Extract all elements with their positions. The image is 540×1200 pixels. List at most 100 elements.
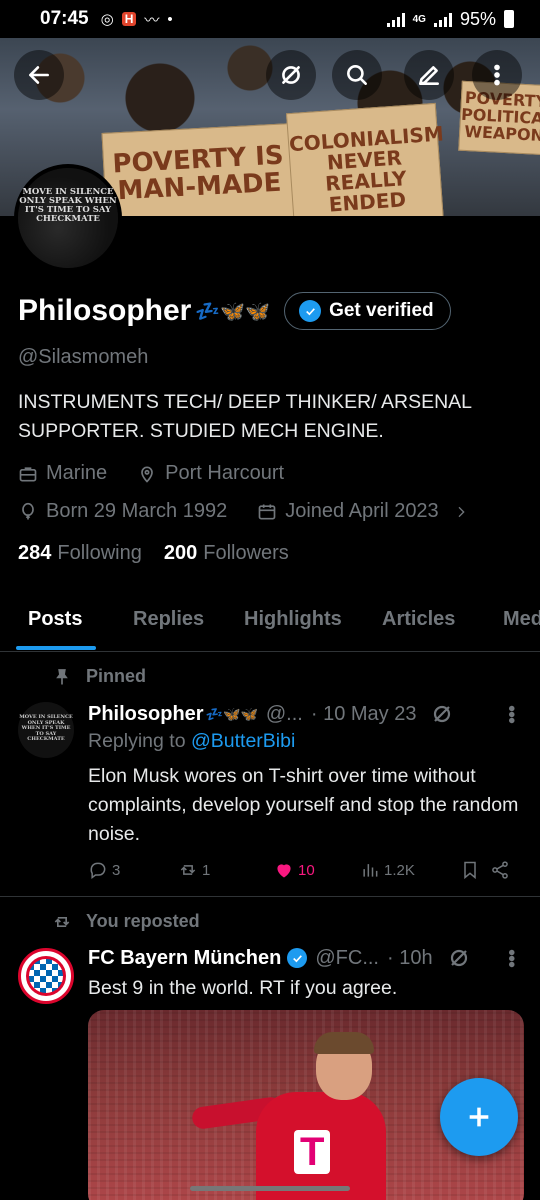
active-tab-indicator — [16, 646, 96, 650]
calendar-icon — [258, 504, 276, 519]
reply-icon — [90, 862, 106, 879]
gesture-home-bar[interactable] — [190, 1186, 350, 1191]
repost-context: You reposted — [52, 911, 200, 932]
compose-post-button[interactable] — [440, 1078, 518, 1156]
banner-placard: COLONIALISM NEVER REALLY ENDED — [285, 102, 444, 216]
get-verified-label: Get verified — [329, 300, 434, 321]
reply-prefix: Replying to — [88, 730, 186, 752]
bookmark-icon — [464, 861, 476, 880]
repost-icon — [54, 916, 70, 927]
profile-meta-row2[interactable]: Born 29 March 1992 Joined April 2023 — [18, 500, 469, 523]
battery-text: 95% — [459, 8, 496, 29]
get-verified-button[interactable]: Get verified — [284, 292, 451, 330]
status-time: 07:45 — [40, 8, 89, 29]
views-icon — [363, 864, 378, 877]
tab-media[interactable]: Media — [503, 608, 540, 631]
you-reposted-label: You reposted — [86, 911, 200, 931]
grok-icon — [434, 705, 451, 723]
profile-name-row: Philosopher 💤🦋🦋 Get verified — [18, 292, 510, 330]
tab-articles[interactable]: Articles — [382, 608, 455, 631]
tab-highlights[interactable]: Highlights — [244, 608, 342, 631]
follow-stats: 284 Following 200 Followers — [18, 542, 289, 565]
profile-born: Born 29 March 1992 — [46, 500, 228, 522]
grok-explain-button[interactable] — [430, 702, 454, 726]
post-more-icon[interactable]: ••• — [499, 705, 522, 723]
like-button[interactable]: 10 — [274, 860, 360, 880]
profile-name: Philosopher — [18, 294, 192, 327]
views-count: 1.2K — [384, 861, 415, 879]
verified-badge-icon — [287, 948, 308, 968]
reply-button[interactable]: 3 — [88, 860, 178, 880]
post-time: · 10h — [387, 946, 433, 969]
tab-replies[interactable]: Replies — [133, 608, 204, 631]
post-time: · 10 May 23 — [310, 702, 417, 725]
name-emoji: 💤🦋🦋 — [195, 300, 271, 323]
edit-button[interactable] — [404, 50, 454, 100]
notification-icons: ◎ H 〰 • — [101, 9, 173, 30]
profile-work: Marine — [46, 462, 108, 484]
post-text: Best 9 in the world. RT if you agree. — [88, 977, 398, 999]
more-button[interactable] — [472, 50, 522, 100]
reply-to-handle[interactable]: @ButterBibi — [191, 730, 295, 752]
avatar-text: MOVE IN SILENCE ONLY SPEAK WHEN IT'S TIM… — [18, 168, 118, 268]
dot-icon: • — [167, 10, 173, 28]
following-count: 284 — [18, 542, 52, 564]
status-bar: 07:45 ◎ H 〰 • 4G 95% — [0, 0, 540, 38]
grok-icon — [282, 66, 300, 84]
profile-meta-row1: Marine Port Harcourt — [18, 462, 284, 485]
balloon-icon — [22, 502, 34, 519]
reply-count: 3 — [112, 861, 121, 879]
profile-joined: Joined April 2023 — [285, 500, 439, 522]
search-button[interactable] — [332, 50, 382, 100]
fc-bayern-avatar[interactable] — [18, 948, 74, 1004]
tab-posts[interactable]: Posts — [28, 608, 82, 631]
post-more-icon[interactable]: ••• — [499, 949, 522, 967]
banner-placard: POVERTY IS MAN-MADE — [101, 123, 297, 216]
repost-button[interactable]: 1 — [178, 860, 274, 880]
arrow-left-icon — [29, 66, 49, 84]
repost-count: 1 — [202, 861, 211, 879]
profile-handle: @Silasmomeh — [18, 346, 149, 368]
search-icon — [347, 65, 367, 85]
pinned-context: Pinned — [52, 666, 146, 687]
post-text: Elon Musk wores on T-shirt over time wit… — [88, 765, 519, 845]
grok-icon — [450, 949, 467, 967]
pin-icon — [56, 668, 68, 684]
grok-explain-button[interactable] — [447, 946, 471, 970]
following-label: Following — [57, 542, 142, 564]
post-avatar[interactable]: MOVE IN SILENCE ONLY SPEAK WHEN IT'S TIM… — [18, 702, 74, 758]
profile-location: Port Harcourt — [165, 462, 285, 484]
heart-filled-icon — [277, 864, 291, 878]
profile-bio: INSTRUMENTS TECH/ DEEP THINKER/ ARSENAL … — [18, 391, 472, 442]
location-pin-icon — [141, 466, 153, 483]
profile-avatar[interactable]: MOVE IN SILENCE ONLY SPEAK WHEN IT'S TIM… — [14, 164, 122, 272]
followers-link[interactable]: 200 Followers — [164, 542, 289, 565]
whatsapp-icon: ◎ — [100, 11, 114, 28]
signal2-icon — [433, 11, 452, 27]
pinned-label: Pinned — [86, 666, 147, 686]
post-author-name[interactable]: Philosopher — [88, 703, 204, 726]
views-button[interactable]: 1.2K — [360, 860, 460, 880]
plus-icon — [469, 1107, 489, 1127]
post-author-name[interactable]: FC Bayern München — [88, 947, 281, 970]
share-icon — [492, 861, 508, 879]
briefcase-icon — [19, 466, 37, 481]
followers-count: 200 — [163, 542, 198, 564]
like-count: 10 — [298, 861, 315, 879]
profile-tabs: Posts Replies Highlights Articles Media — [0, 600, 540, 652]
grok-button[interactable] — [266, 50, 316, 100]
back-button[interactable] — [14, 50, 64, 100]
battery-icon — [504, 10, 514, 28]
post-actions: 3 1 10 1.2K — [88, 860, 522, 880]
post-author-handle: @... — [265, 702, 303, 725]
share-button[interactable] — [490, 860, 510, 880]
post-header: Philosopher 💤🦋🦋 @... · 10 May 23 ••• — [88, 702, 522, 726]
more-vertical-icon — [494, 64, 500, 86]
following-link[interactable]: 284 Following — [18, 542, 142, 565]
sponsor-logo: T — [294, 1130, 331, 1174]
bookmark-button[interactable] — [460, 860, 490, 880]
chevron-right-icon — [458, 506, 465, 517]
wifi-calling-icon: 〰 — [144, 11, 160, 29]
fc-bayern-logo — [26, 956, 66, 996]
repost-icon — [180, 865, 196, 875]
